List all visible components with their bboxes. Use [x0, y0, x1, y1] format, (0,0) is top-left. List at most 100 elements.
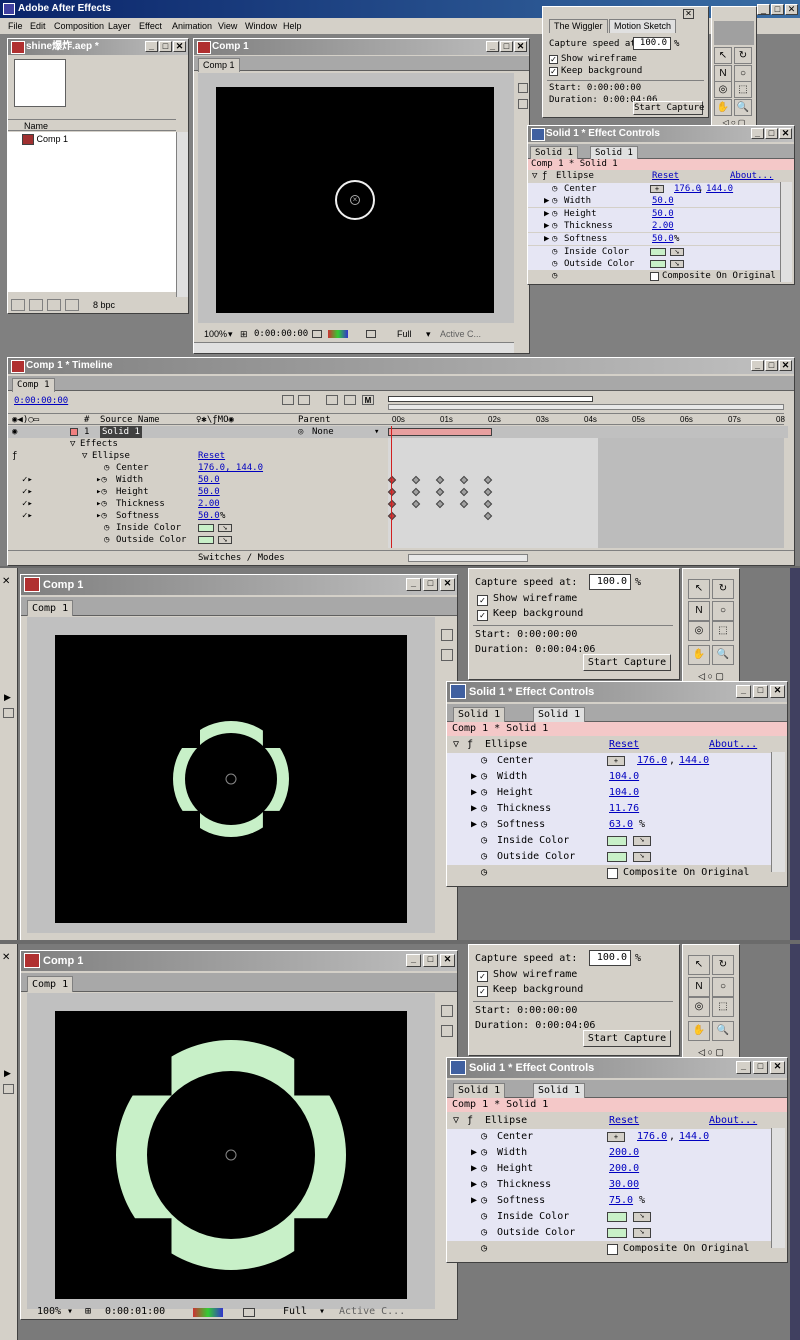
keyframe-diamond[interactable] [435, 499, 445, 509]
motion-sketch-tab[interactable]: Motion Sketch [609, 19, 677, 33]
menu-file[interactable]: File [8, 18, 23, 34]
stopwatch-icon[interactable]: ◷ [481, 801, 487, 817]
width-value[interactable]: 50.0 [652, 195, 674, 207]
camera-orbit-icon[interactable]: ◎ [688, 997, 710, 1017]
stopwatch-icon[interactable]: ◷ [481, 769, 487, 785]
close-button[interactable]: ✕ [440, 578, 455, 591]
maximize-button[interactable]: □ [771, 4, 784, 15]
hand-tool-icon[interactable]: ✋ [688, 645, 710, 665]
close-button[interactable]: ✕ [779, 128, 792, 139]
ellipse-tool-icon[interactable]: ○ [712, 977, 734, 997]
thickness-value[interactable]: 11.76 [609, 801, 639, 817]
close-button[interactable]: ✕ [440, 954, 455, 967]
wiggler-tab[interactable]: The Wiggler [549, 19, 608, 33]
selection-tool-icon[interactable]: ↖ [688, 955, 710, 975]
start-capture-button[interactable]: Start Capture [633, 101, 704, 115]
twirl-right-icon[interactable]: ▶ [471, 785, 477, 801]
about-link[interactable]: About... [709, 737, 757, 753]
fx-icon[interactable]: ƒ [467, 1113, 473, 1129]
solid-tab-a[interactable]: Solid 1 [453, 1083, 506, 1098]
keyframe-diamond[interactable] [411, 487, 421, 497]
stopwatch-icon[interactable]: ◷ [481, 785, 487, 801]
close-button[interactable]: ✕ [779, 360, 792, 371]
keep-background-checkbox[interactable]: ✓ [549, 67, 558, 76]
ellipse-tool-icon[interactable]: ○ [734, 65, 752, 82]
stopwatch-icon[interactable]: ◷ [481, 849, 487, 865]
menu-effect[interactable]: Effect [139, 18, 162, 34]
twirl-right-icon[interactable]: ▶ [471, 1145, 477, 1161]
eyedropper-icon[interactable]: ➘ [633, 1228, 651, 1238]
stopwatch-icon[interactable]: ◷ [481, 1193, 487, 1209]
switches-modes-toggle[interactable]: Switches / Modes [198, 551, 285, 565]
start-capture-button[interactable]: Start Capture [583, 654, 671, 671]
safe-zones-icon[interactable]: ⊞ [85, 1305, 91, 1319]
minimize-button[interactable]: _ [145, 41, 158, 52]
stopwatch-icon[interactable]: ◷ [552, 220, 557, 232]
center-x-value[interactable]: 176.0 [637, 1129, 667, 1145]
menu-window[interactable]: Window [245, 18, 277, 34]
grid-icon[interactable] [518, 83, 528, 93]
comp-canvas[interactable] [55, 1011, 407, 1299]
channel-icon[interactable] [193, 1308, 223, 1317]
find-icon[interactable] [11, 299, 25, 311]
close-button[interactable]: ✕ [173, 41, 186, 52]
camera-orbit-icon[interactable]: ◎ [714, 81, 732, 98]
minimize-button[interactable]: _ [406, 578, 421, 591]
stopwatch-icon[interactable]: ◷ [481, 1225, 487, 1241]
stopwatch-icon[interactable]: ◷ [552, 270, 557, 282]
camera-orbit-icon[interactable]: ◎ [688, 621, 710, 641]
twirl-right-icon[interactable]: ▶ [544, 220, 549, 232]
twirl-down-icon[interactable]: ▽ [453, 1113, 459, 1129]
effect-scrollbar[interactable] [771, 1128, 785, 1248]
wiggler-close-button[interactable]: ✕ [683, 9, 694, 19]
keyframe-diamond[interactable] [387, 475, 397, 485]
timeline-current-time[interactable]: 0:00:00:00 [14, 396, 68, 406]
solid-tab-b[interactable]: Solid 1 [533, 707, 586, 722]
keyframe-diamond[interactable] [435, 487, 445, 497]
twirl-right-icon[interactable]: ▶ [544, 208, 549, 220]
stopwatch-icon[interactable]: ◷ [552, 246, 557, 258]
keyframe-diamond[interactable] [459, 475, 469, 485]
show-wireframe-checkbox[interactable]: ✓ [549, 55, 558, 64]
stopwatch-icon[interactable]: ◷ [552, 258, 557, 270]
solid-tab-a[interactable]: Solid 1 [530, 146, 578, 160]
solid-tab-b[interactable]: Solid 1 [590, 146, 638, 160]
selection-tool-icon[interactable]: ↖ [688, 579, 710, 599]
comp-canvas[interactable] [55, 635, 407, 923]
menu-help[interactable]: Help [283, 18, 302, 34]
crosshair-icon[interactable]: + [607, 1132, 625, 1142]
snapshot-icon[interactable] [312, 330, 322, 338]
camera-dropdown[interactable]: Active C... [339, 1305, 405, 1319]
pen-tool-icon[interactable]: N [714, 65, 732, 82]
keyframe-diamond[interactable] [483, 475, 493, 485]
keyframe-diamond[interactable] [459, 487, 469, 497]
flowchart-icon[interactable] [441, 1025, 453, 1037]
thickness-value[interactable]: 30.00 [609, 1177, 639, 1193]
trash-icon[interactable] [65, 299, 79, 311]
flowchart-icon[interactable] [441, 649, 453, 661]
menu-animation[interactable]: Animation [172, 18, 212, 34]
about-link[interactable]: About... [730, 170, 773, 182]
inside-color-swatch[interactable] [607, 1212, 627, 1222]
twirl-right-icon[interactable]: ▶ [544, 233, 549, 245]
column-source-name[interactable]: Source Name [100, 414, 160, 426]
stopwatch-icon[interactable]: ◷ [552, 183, 557, 195]
keyframe-diamond[interactable] [387, 487, 397, 497]
about-link[interactable]: About... [709, 1113, 757, 1129]
region-icon[interactable] [366, 330, 376, 338]
selection-tool-icon[interactable]: ↖ [714, 47, 732, 64]
composite-checkbox[interactable] [607, 1244, 618, 1255]
minimize-button[interactable]: _ [751, 360, 764, 371]
solid-tab-a[interactable]: Solid 1 [453, 707, 506, 722]
center-y-value[interactable]: 144.0 [706, 183, 733, 195]
maximize-button[interactable]: □ [423, 578, 438, 591]
keyframe-diamond[interactable] [387, 499, 397, 509]
maximize-button[interactable]: □ [753, 685, 768, 698]
stopwatch-icon[interactable]: ◷ [481, 817, 487, 833]
maximize-button[interactable]: □ [765, 128, 778, 139]
eyedropper-icon[interactable]: ➘ [633, 836, 651, 846]
keyframe-diamond[interactable] [387, 511, 397, 521]
softness-value[interactable]: 50.0 [652, 233, 674, 245]
eyedropper-icon[interactable]: ➘ [633, 1212, 651, 1222]
width-value[interactable]: 200.0 [609, 1145, 639, 1161]
